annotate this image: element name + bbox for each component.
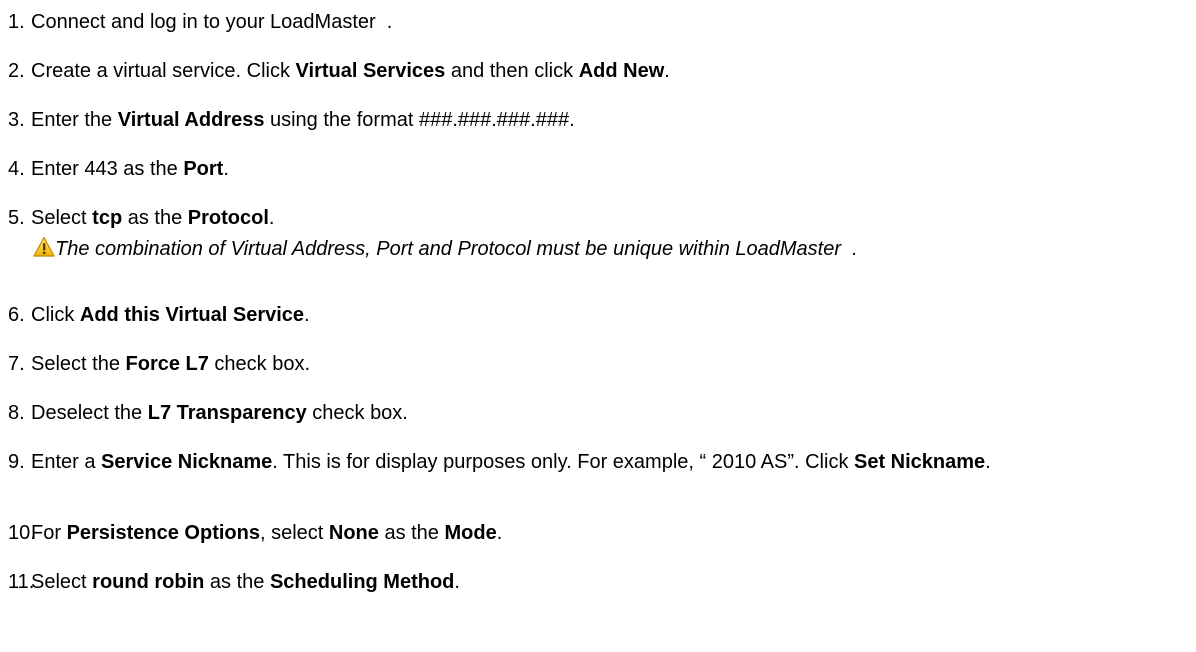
- step-number: 8.: [8, 402, 25, 424]
- warning-icon: [33, 236, 55, 258]
- bold-term: Mode: [444, 522, 497, 544]
- step-text: Click Add this Virtual Service.: [31, 303, 1191, 327]
- bold-term: Protocol: [187, 207, 269, 229]
- text-run: as the: [122, 207, 188, 229]
- text-run: Create a virtual service. Click: [31, 60, 296, 82]
- text-run: Enter 443 as the: [31, 158, 184, 180]
- step-text: Enter 443 as the Port.: [31, 157, 1191, 181]
- step-number: 3.: [8, 109, 25, 131]
- text-run: .: [454, 571, 460, 593]
- step-number: 6.: [8, 304, 25, 326]
- text-run: check box.: [306, 402, 408, 424]
- text-run: Enter a: [31, 451, 102, 473]
- instruction-document: 1. Connect and log in to your LoadMaster…: [0, 0, 1196, 652]
- text-run: using the format ###.###.###.###.: [264, 109, 575, 131]
- step-text: Deselect the L7 Transparency check box.: [31, 401, 1191, 425]
- text-run: as the: [204, 571, 270, 593]
- text-run: check box.: [208, 353, 311, 375]
- text-run: and then click: [445, 60, 579, 82]
- text-run: , select: [259, 522, 329, 544]
- bold-term: L7 Transparency: [147, 402, 307, 424]
- step-number: 4.: [8, 158, 25, 180]
- note-italic-text: The combination of Virtual Address, Port…: [55, 238, 858, 260]
- text-run: .: [223, 158, 229, 180]
- step-number: 5.: [8, 207, 25, 229]
- step-text: Create a virtual service. Click Virtual …: [31, 59, 1191, 83]
- text-run: Enter the: [31, 109, 118, 131]
- bold-term: tcp: [92, 207, 123, 229]
- text-run: as the: [378, 522, 445, 544]
- step-text: Enter a Service Nickname. This is for di…: [31, 450, 1181, 474]
- text-run: Connect and log in to your LoadMaster .: [31, 11, 393, 33]
- text-run: .: [496, 522, 503, 544]
- step-number: 1.: [8, 11, 25, 33]
- text-run: .: [268, 207, 275, 229]
- step-text: Select the Force L7 check box.: [31, 352, 1191, 376]
- bold-term: round robin: [92, 571, 205, 593]
- step-text: Select tcp as the Protocol.: [31, 206, 1191, 230]
- text-run: Select the: [31, 353, 126, 375]
- step-number: 7.: [8, 353, 25, 375]
- text-run: .: [985, 451, 991, 473]
- text-run: Select: [31, 571, 93, 593]
- text-run: For: [31, 522, 67, 544]
- bold-term: Add New: [578, 60, 665, 82]
- step-text: For Persistence Options, select None as …: [31, 521, 1191, 545]
- bold-term: Set Nickname: [854, 451, 986, 473]
- note-text: The combination of Virtual Address, Port…: [31, 236, 1191, 261]
- step-text: Connect and log in to your LoadMaster .: [31, 10, 1191, 34]
- text-run: . This is for display purposes only. For…: [272, 451, 854, 473]
- step-number: 2.: [8, 60, 25, 82]
- text-run: .: [664, 60, 670, 82]
- bold-term: Port: [183, 158, 224, 180]
- text-run: Deselect the: [31, 402, 148, 424]
- step-number: 9.: [8, 451, 25, 473]
- bold-term: Add this Virtual Service: [79, 304, 305, 326]
- step-text: Select round robin as the Scheduling Met…: [31, 570, 1191, 594]
- bold-term: Virtual Address: [117, 109, 265, 131]
- step-text: Enter the Virtual Address using the form…: [31, 108, 1191, 132]
- text-run: Select: [31, 207, 93, 229]
- bold-term: Scheduling Method: [269, 571, 455, 593]
- bold-term: Force L7: [125, 353, 209, 375]
- bold-term: Service Nickname: [101, 451, 273, 473]
- bold-term: Persistence Options: [66, 522, 260, 544]
- bold-term: Virtual Services: [295, 60, 446, 82]
- bold-term: None: [328, 522, 379, 544]
- text-run: Click: [31, 304, 80, 326]
- text-run: .: [304, 304, 310, 326]
